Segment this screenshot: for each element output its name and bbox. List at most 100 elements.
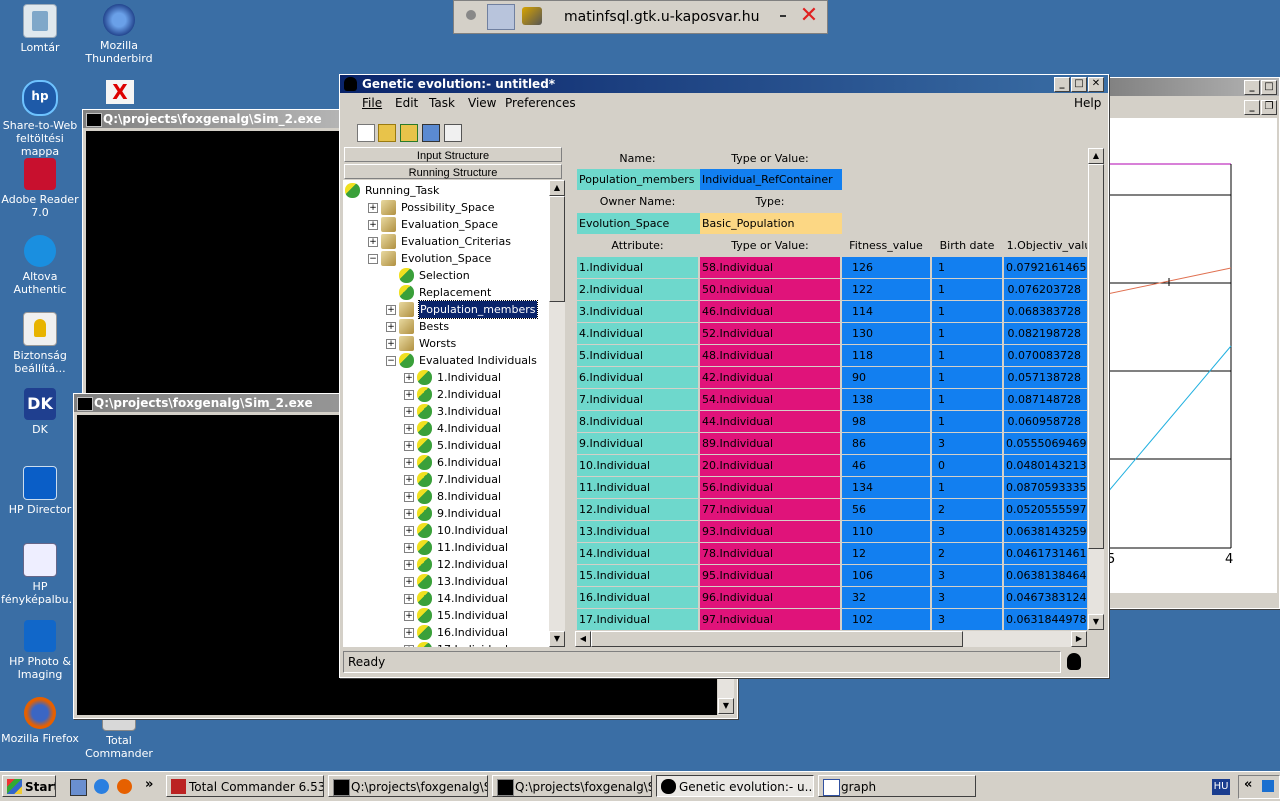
birth-date-cell[interactable]: 2 <box>932 499 1002 520</box>
firefox-shortcut[interactable]: Mozilla Firefox <box>1 697 79 745</box>
tree-node[interactable]: Selection <box>343 267 549 284</box>
type-value-cell[interactable]: 50.Individual <box>700 279 840 300</box>
fitness-cell[interactable]: 56 <box>842 499 930 520</box>
tree-scroll-up-button[interactable]: ▲ <box>549 180 565 196</box>
objective-cell[interactable]: 0.04617314612 <box>1004 543 1087 564</box>
graph-maximize-button[interactable]: □ <box>1261 80 1277 95</box>
type-value[interactable]: Individual_RefContainer <box>700 169 842 190</box>
task-genetic-evolution[interactable]: Genetic evolution:- u... <box>656 775 814 797</box>
expand-icon[interactable]: + <box>368 220 378 230</box>
grid-vertical-scrollbar[interactable]: ▲ ▼ <box>1088 148 1104 630</box>
type-value-cell[interactable]: 93.Individual <box>700 521 840 542</box>
birth-date-cell[interactable]: 3 <box>932 587 1002 608</box>
type-value-cell[interactable]: 20.Individual <box>700 455 840 476</box>
fitness-cell[interactable]: 126 <box>842 257 930 278</box>
attribute-cell[interactable]: 12.Individual <box>577 499 698 520</box>
expand-icon[interactable]: + <box>404 560 414 570</box>
objective-cell[interactable]: 0.087148728 <box>1004 389 1087 410</box>
fitness-cell[interactable]: 86 <box>842 433 930 454</box>
attribute-cell[interactable]: 14.Individual <box>577 543 698 564</box>
tree-node[interactable]: +1.Individual <box>343 369 549 386</box>
graph-window[interactable]: _ □ _ ❐ 5 4 <box>1103 77 1280 609</box>
type-value-cell[interactable]: 54.Individual <box>700 389 840 410</box>
expand-icon[interactable]: + <box>404 526 414 536</box>
grid-scroll-left-button[interactable]: ◀ <box>575 631 591 647</box>
owner-type-value[interactable]: Basic_Population <box>700 213 842 234</box>
grid-scroll-right-button[interactable]: ▶ <box>1071 631 1087 647</box>
attribute-cell[interactable]: 5.Individual <box>577 345 698 366</box>
tree-scrollbar[interactable]: ▲ ▼ <box>549 180 565 647</box>
menu-view[interactable]: View <box>468 96 496 110</box>
expand-icon[interactable]: + <box>368 203 378 213</box>
fitness-cell[interactable]: 130 <box>842 323 930 344</box>
menu-help[interactable]: Help <box>1074 96 1101 110</box>
expand-icon[interactable]: + <box>404 390 414 400</box>
type-value-cell[interactable]: 78.Individual <box>700 543 840 564</box>
name-value[interactable]: Population_members <box>577 169 700 190</box>
owner-name-value[interactable]: Evolution_Space <box>577 213 700 234</box>
save-icon[interactable] <box>422 124 440 142</box>
tree-scroll-thumb[interactable] <box>549 196 565 302</box>
grid-hscroll-thumb[interactable] <box>591 631 963 647</box>
objective-cell[interactable]: 0.082198728 <box>1004 323 1087 344</box>
birth-date-cell[interactable]: 0 <box>932 455 1002 476</box>
tree-node[interactable]: +15.Individual <box>343 607 549 624</box>
running-structure-button[interactable]: Running Structure <box>344 164 562 179</box>
type-value-cell[interactable]: 48.Individual <box>700 345 840 366</box>
birth-date-cell[interactable]: 1 <box>932 345 1002 366</box>
altova-shortcut[interactable]: Altova Authentic <box>1 235 79 296</box>
language-indicator[interactable]: HU <box>1212 779 1230 795</box>
hp-director-shortcut[interactable]: HP Director <box>1 466 79 516</box>
tree-node[interactable]: + Population_members <box>343 300 549 319</box>
attribute-cell[interactable]: 7.Individual <box>577 389 698 410</box>
attribute-cell[interactable]: 15.Individual <box>577 565 698 586</box>
hp-photo-album-shortcut[interactable]: HP fényképalbu... <box>1 543 79 606</box>
tree-node[interactable]: +12.Individual <box>343 556 549 573</box>
birth-date-cell[interactable]: 1 <box>932 389 1002 410</box>
restore-connection-icon[interactable] <box>487 4 515 30</box>
fitness-cell[interactable]: 12 <box>842 543 930 564</box>
tree-node[interactable]: +8.Individual <box>343 488 549 505</box>
tree-node[interactable]: +3.Individual <box>343 403 549 420</box>
birth-date-cell[interactable]: 3 <box>932 521 1002 542</box>
start-button[interactable]: Start <box>2 775 56 797</box>
tree-node[interactable]: +17.Individual <box>343 641 549 647</box>
expand-icon[interactable]: + <box>404 543 414 553</box>
expand-icon[interactable]: + <box>386 322 396 332</box>
tree-node[interactable]: − Evolution_Space <box>343 250 549 267</box>
console-1-output[interactable] <box>86 131 342 393</box>
expand-icon[interactable]: + <box>404 458 414 468</box>
tree-scroll-down-button[interactable]: ▼ <box>549 631 565 647</box>
task-console-2[interactable]: Q:\projects\foxgenalg\Si... <box>492 775 652 797</box>
attribute-cell[interactable]: 8.Individual <box>577 411 698 432</box>
expand-icon[interactable]: + <box>404 373 414 383</box>
type-value-cell[interactable]: 96.Individual <box>700 587 840 608</box>
grid-scroll-up-button[interactable]: ▲ <box>1088 148 1104 164</box>
task-console-1[interactable]: Q:\projects\foxgenalg\Si... <box>328 775 488 797</box>
objective-cell[interactable]: 0.06381384641 <box>1004 565 1087 586</box>
fitness-cell[interactable]: 32 <box>842 587 930 608</box>
expand-icon[interactable]: + <box>404 577 414 587</box>
expand-icon[interactable]: + <box>404 407 414 417</box>
tree-node[interactable]: +11.Individual <box>343 539 549 556</box>
fitness-cell[interactable]: 122 <box>842 279 930 300</box>
birth-date-cell[interactable]: 1 <box>932 279 1002 300</box>
objective-cell[interactable]: 0.08705933356 <box>1004 477 1087 498</box>
menu-file[interactable]: File <box>362 96 382 110</box>
open-recent-icon[interactable] <box>400 124 418 142</box>
copy-icon[interactable] <box>444 124 462 142</box>
thunderbird-shortcut[interactable]: Mozilla Thunderbird <box>80 4 158 65</box>
main-close-button[interactable]: ✕ <box>1088 77 1104 92</box>
birth-date-cell[interactable]: 1 <box>932 301 1002 322</box>
share-to-web-shortcut[interactable]: hp Share-to-Web feltöltési mappa <box>1 80 79 158</box>
objective-cell[interactable]: 0.06318449785 <box>1004 609 1087 630</box>
pin-icon[interactable] <box>466 10 476 20</box>
graph-inner-restore-button[interactable]: ❐ <box>1261 100 1277 115</box>
dk-shortcut[interactable]: DK DK <box>1 388 79 436</box>
birth-date-cell[interactable]: 2 <box>932 543 1002 564</box>
expand-icon[interactable]: + <box>404 441 414 451</box>
type-value-cell[interactable]: 46.Individual <box>700 301 840 322</box>
tree-node[interactable]: +4.Individual <box>343 420 549 437</box>
objective-cell[interactable]: 0.060958728 <box>1004 411 1087 432</box>
scroll-down-button[interactable]: ▼ <box>718 698 734 714</box>
